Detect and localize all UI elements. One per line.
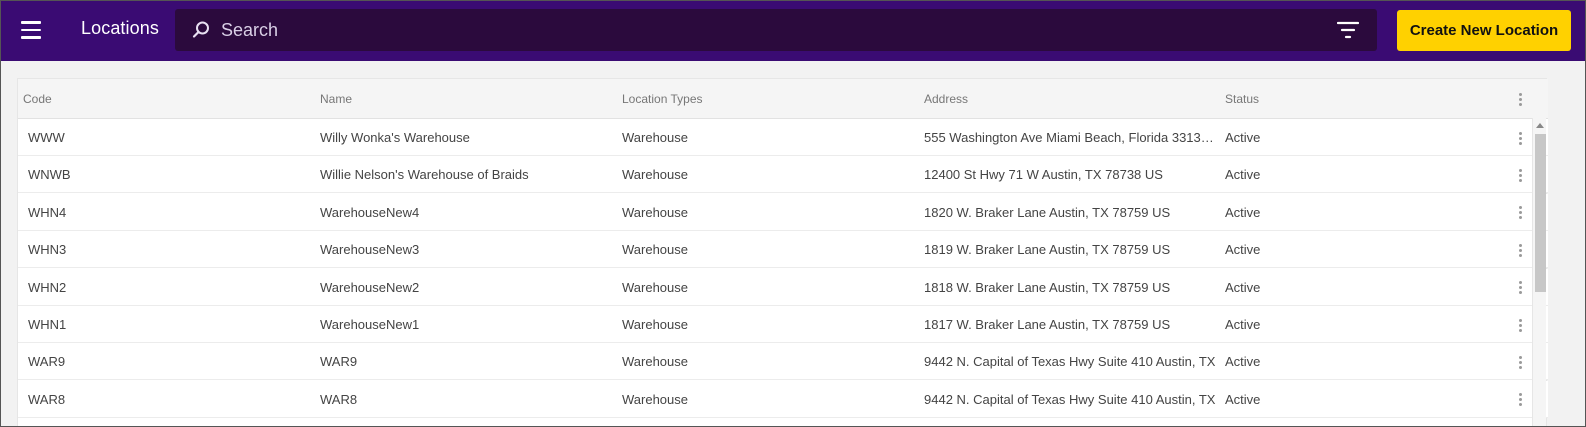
- cell-code: WHN2: [28, 279, 67, 295]
- cell-code: WWW: [28, 130, 65, 145]
- cell-status: Active: [1225, 279, 1261, 295]
- row-actions-icon[interactable]: [1512, 280, 1528, 296]
- cell-name: WAR9: [320, 354, 358, 370]
- cell-address: 9442 N. Capital of Texas Hwy Suite 410 A…: [924, 354, 1216, 370]
- cell-location-type: Warehouse: [622, 204, 688, 220]
- row-actions-icon[interactable]: [1512, 242, 1528, 258]
- table-row[interactable]: WHN2 WarehouseNew2 Warehouse 1818 W. Braker…: [18, 268, 1548, 306]
- column-header-status[interactable]: Status: [1225, 92, 1425, 106]
- row-actions-icon[interactable]: [1512, 392, 1528, 408]
- table-row[interactable]: WHN4 WarehouseNew4 Warehouse 1820 W. Braker…: [18, 193, 1548, 231]
- menu-button[interactable]: [17, 15, 45, 45]
- cell-code: WNWB: [28, 167, 71, 183]
- column-header-location-types[interactable]: Location Types: [622, 92, 902, 106]
- cell-location-type: Warehouse: [622, 130, 688, 145]
- search-input[interactable]: Search: [175, 9, 1377, 51]
- create-new-location-button[interactable]: Create New Location: [1397, 10, 1571, 51]
- cell-address: 1817 W. Braker Lane Austin, TX 78759 US: [924, 317, 1171, 332]
- cell-location-type: Warehouse: [622, 354, 688, 370]
- cell-status: Active: [1225, 204, 1261, 220]
- cell-name: WarehouseNew1: [320, 317, 420, 332]
- cell-name: Willy Wonka's Warehouse: [320, 130, 470, 145]
- cell-address: 1819 W. Braker Lane Austin, TX 78759 US: [924, 242, 1171, 258]
- top-bar: Locations Search Create New Location: [1, 1, 1585, 61]
- cell-code: WHN4: [28, 204, 67, 220]
- cell-status: Active: [1225, 242, 1261, 258]
- table-row[interactable]: WAR9 WAR9 Warehouse 9442 N. Capital of Texa…: [18, 343, 1548, 381]
- hamburger-menu-icon: [21, 21, 41, 24]
- cell-address: 555 Washington Ave Miami Beach, Florida …: [924, 130, 1216, 145]
- row-actions-icon[interactable]: [1512, 205, 1528, 221]
- cell-name: WarehouseNew3: [320, 242, 420, 258]
- row-actions-icon[interactable]: [1512, 354, 1528, 370]
- table-row[interactable]: WNWB Willie Nelson's Warehouse of Braids W…: [18, 156, 1548, 194]
- cell-address: 12400 St Hwy 71 W Austin, TX 78738 US: [924, 167, 1163, 183]
- search-icon: [192, 21, 209, 38]
- cell-code: WHN1: [28, 317, 67, 332]
- cell-location-type: Warehouse: [622, 242, 688, 258]
- table-row[interactable]: WHN1 WarehouseNew1 Warehouse 1817 W. Braker…: [18, 306, 1548, 343]
- cell-code: WAR9: [28, 354, 66, 370]
- search-placeholder: Search: [221, 20, 279, 40]
- table-row[interactable]: WWW Willy Wonka's Warehouse Warehouse 555 W…: [18, 119, 1548, 156]
- cell-address: 1820 W. Braker Lane Austin, TX 78759 US: [924, 204, 1171, 220]
- column-header-name[interactable]: Name: [320, 92, 600, 106]
- table-header: Code Name Location Types Address Status: [18, 79, 1548, 119]
- table-scrollbar[interactable]: [1532, 118, 1547, 426]
- cell-status: Active: [1225, 167, 1261, 183]
- cell-status: Active: [1225, 354, 1261, 370]
- column-header-address[interactable]: Address: [924, 92, 1216, 106]
- cell-status: Active: [1225, 130, 1261, 145]
- locations-table: Code Name Location Types Address Status …: [17, 78, 1548, 426]
- cell-name: WAR8: [320, 391, 358, 407]
- app-frame: Locations Search Create New Location Cod…: [0, 0, 1586, 427]
- cell-location-type: Warehouse: [622, 391, 688, 407]
- table-row[interactable]: WAR8 WAR8 Warehouse 9442 N. Capital of Texa…: [18, 380, 1548, 418]
- cell-name: WarehouseNew2: [320, 279, 420, 295]
- scroll-thumb[interactable]: [1535, 134, 1546, 292]
- cell-address: 1818 W. Braker Lane Austin, TX 78759 US: [924, 279, 1171, 295]
- cell-status: Active: [1225, 391, 1261, 407]
- cell-code: WHN3: [28, 242, 67, 258]
- cell-location-type: Warehouse: [622, 167, 688, 183]
- column-options-icon[interactable]: [1512, 91, 1528, 107]
- filter-icon[interactable]: [1337, 21, 1359, 39]
- cell-name: Willie Nelson's Warehouse of Braids: [320, 167, 529, 183]
- row-actions-icon[interactable]: [1512, 167, 1528, 183]
- cell-location-type: Warehouse: [622, 279, 688, 295]
- cell-address: 9442 N. Capital of Texas Hwy Suite 410 A…: [924, 391, 1216, 407]
- cell-status: Active: [1225, 317, 1261, 332]
- scroll-up-arrow-icon[interactable]: [1533, 120, 1547, 132]
- cell-location-type: Warehouse: [622, 317, 688, 332]
- row-actions-icon[interactable]: [1512, 130, 1528, 146]
- row-actions-icon[interactable]: [1512, 317, 1528, 333]
- cell-name: WarehouseNew4: [320, 204, 420, 220]
- cell-code: WAR8: [28, 391, 66, 407]
- column-header-code[interactable]: Code: [23, 92, 283, 106]
- table-row[interactable]: WHN3 WarehouseNew3 Warehouse 1819 W. Braker…: [18, 231, 1548, 269]
- page-title: Locations: [81, 18, 159, 38]
